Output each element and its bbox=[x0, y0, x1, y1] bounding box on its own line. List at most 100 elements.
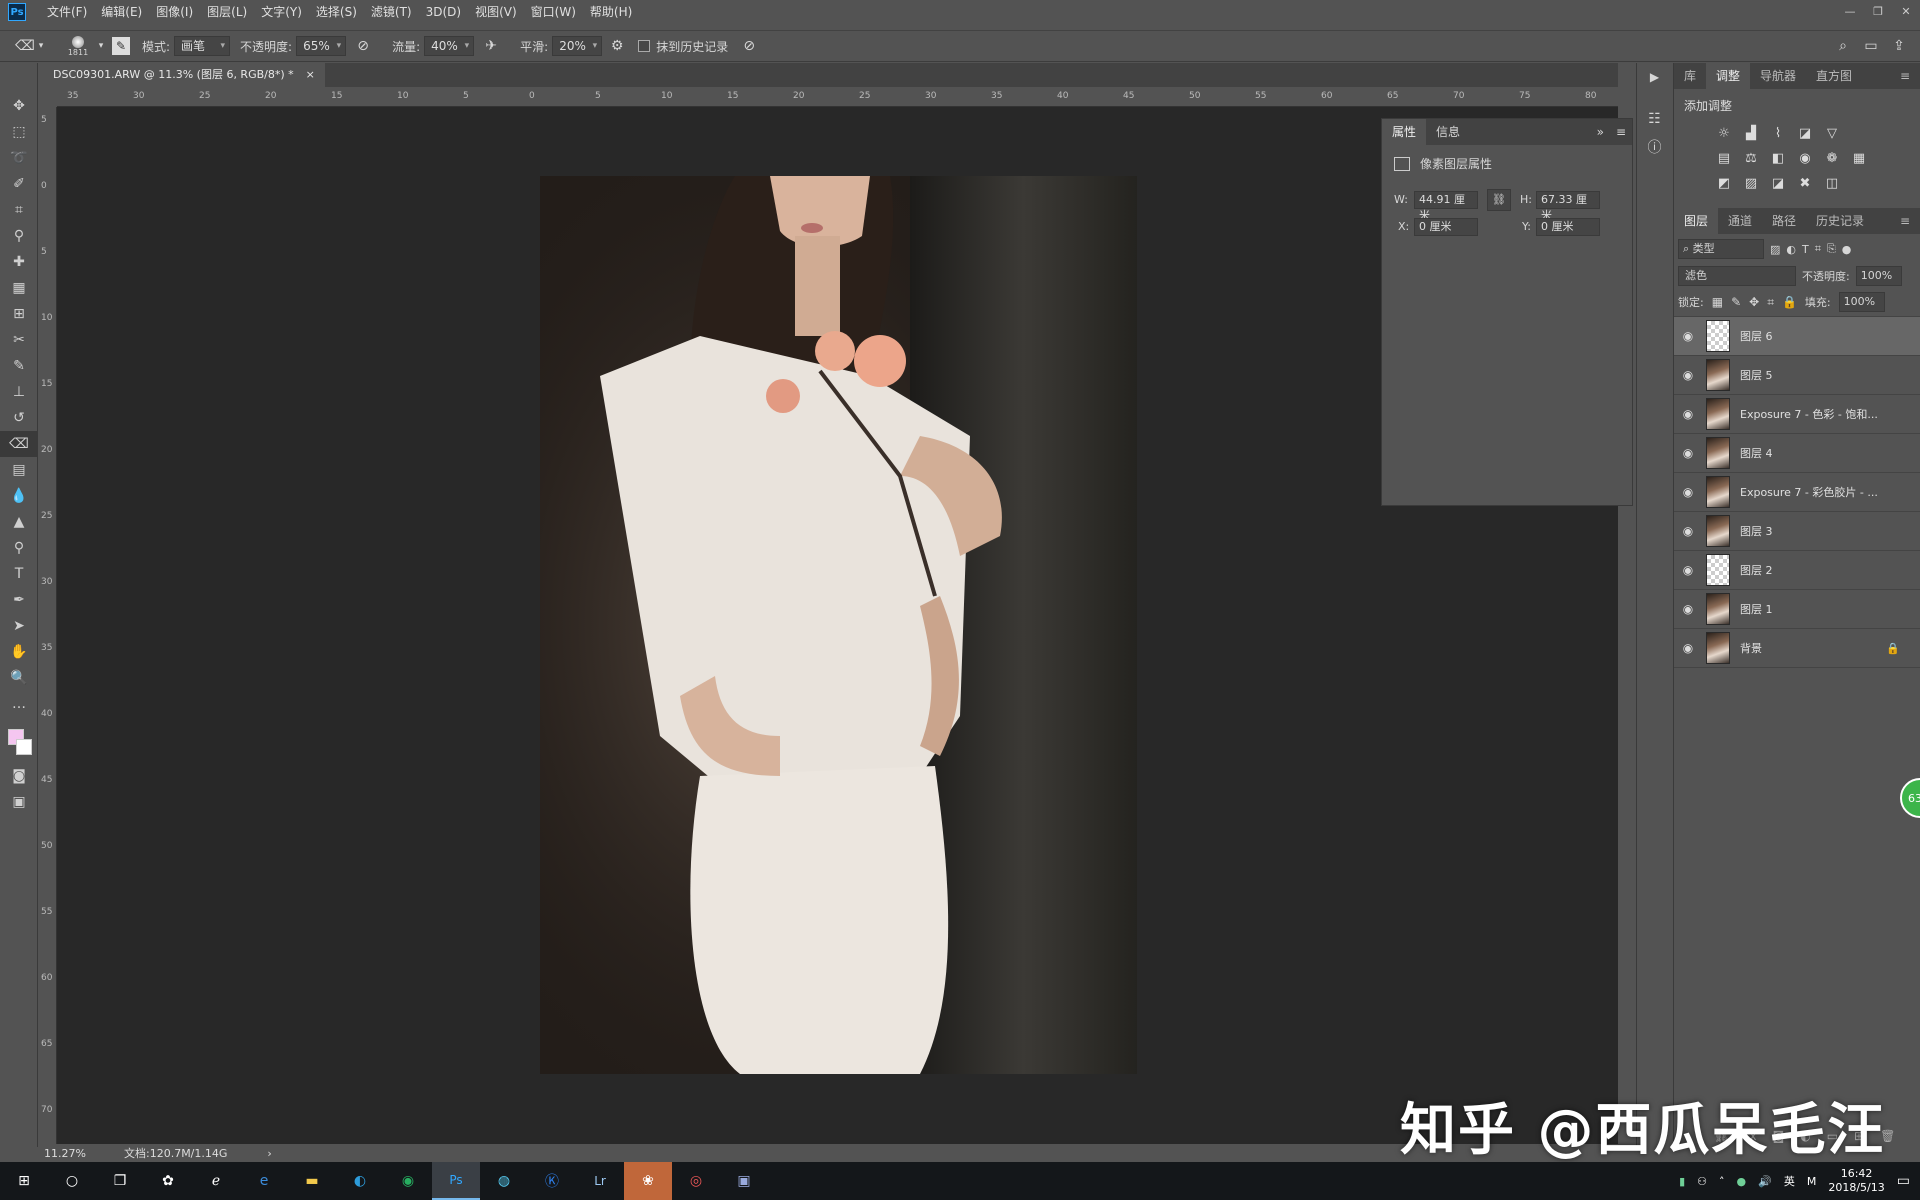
y-field[interactable]: 0 厘米 bbox=[1536, 218, 1600, 236]
pen-tool-icon[interactable]: ✒ bbox=[0, 587, 38, 613]
layer-name[interactable]: 图层 3 bbox=[1740, 523, 1773, 539]
dodge-tool-icon[interactable]: ⚲ bbox=[0, 535, 38, 561]
opacity-input[interactable]: 65% bbox=[296, 36, 347, 56]
curves-icon[interactable]: ⌇ bbox=[1766, 122, 1790, 144]
photo-filter-icon[interactable]: ◉ bbox=[1793, 147, 1817, 169]
lasso-tool-icon[interactable]: ➰ bbox=[0, 145, 38, 171]
workspace-icon[interactable]: ▭ bbox=[1860, 35, 1882, 57]
mode-select[interactable]: 画笔 bbox=[174, 36, 231, 56]
gradient-map-icon[interactable]: ◫ bbox=[1820, 172, 1844, 194]
filter-shape-icon[interactable]: ⌗ bbox=[1815, 242, 1821, 256]
layer-thumbnail[interactable] bbox=[1706, 515, 1730, 547]
tab-properties[interactable]: 属性 bbox=[1382, 119, 1427, 145]
chevron-down-icon[interactable]: ▾ bbox=[96, 35, 106, 57]
frame-tool-icon[interactable]: ⊞ bbox=[0, 301, 38, 327]
layer-thumbnail[interactable] bbox=[1706, 554, 1730, 586]
document-image[interactable] bbox=[540, 176, 1137, 1074]
marquee-tool-icon[interactable]: ⬚ bbox=[0, 119, 38, 145]
fill-input[interactable]: 100% bbox=[1838, 292, 1885, 312]
restore-button[interactable]: ❐ bbox=[1864, 0, 1892, 22]
menu-select[interactable]: 选择(S) bbox=[309, 0, 364, 24]
layer-thumbnail[interactable] bbox=[1706, 437, 1730, 469]
filter-adjustment-icon[interactable]: ◐ bbox=[1786, 243, 1796, 256]
visibility-eye-icon[interactable]: ◉ bbox=[1674, 446, 1702, 460]
layer-thumbnail[interactable] bbox=[1706, 476, 1730, 508]
layer-row[interactable]: ◉ 图层 6 bbox=[1674, 317, 1920, 356]
quick-select-tool-icon[interactable]: ✐ bbox=[0, 171, 38, 197]
search-icon[interactable]: ⌕ bbox=[1832, 35, 1854, 57]
sharpen-tool-icon[interactable]: ▲ bbox=[0, 509, 38, 535]
layer-row[interactable]: ◉ 图层 5 bbox=[1674, 356, 1920, 395]
menu-filter[interactable]: 滤镜(T) bbox=[364, 0, 419, 24]
layer-name[interactable]: 图层 6 bbox=[1740, 328, 1773, 344]
hue-saturation-icon[interactable]: ▤ bbox=[1712, 147, 1736, 169]
photoshop-logo-icon[interactable]: Ps bbox=[8, 3, 26, 21]
tab-layers[interactable]: 图层 bbox=[1674, 208, 1719, 234]
layer-opacity-input[interactable]: 100% bbox=[1855, 266, 1902, 286]
brush-settings-icon[interactable]: ✎ bbox=[112, 37, 130, 55]
height-field[interactable]: 67.33 厘米 bbox=[1536, 191, 1600, 222]
tab-info[interactable]: 信息 bbox=[1426, 119, 1470, 145]
tray-expand-icon[interactable]: ˄ bbox=[1719, 1175, 1725, 1188]
layer-row[interactable]: ◉ 背景 🔒 bbox=[1674, 629, 1920, 668]
volume-icon[interactable]: 🔊 bbox=[1758, 1175, 1772, 1188]
layer-name[interactable]: 背景 bbox=[1740, 640, 1762, 656]
people-icon[interactable]: ⚇ bbox=[1697, 1175, 1707, 1188]
blur-tool-icon[interactable]: 💧 bbox=[0, 483, 38, 509]
tab-adjustments[interactable]: 调整 bbox=[1706, 63, 1751, 89]
lightroom-taskbar-icon[interactable]: Lr bbox=[576, 1162, 624, 1200]
edge-icon[interactable]: e bbox=[240, 1162, 288, 1200]
netease-music-icon[interactable]: ◎ bbox=[672, 1162, 720, 1200]
screen-mode-icon[interactable]: ▣ bbox=[0, 789, 38, 815]
lock-transparent-icon[interactable]: ▦ bbox=[1712, 295, 1723, 309]
layer-row[interactable]: ◉ 图层 3 bbox=[1674, 512, 1920, 551]
tab-history[interactable]: 历史记录 bbox=[1806, 208, 1874, 234]
eyedropper-tool-icon[interactable]: ⚲ bbox=[0, 223, 38, 249]
image-viewer-icon[interactable]: ❀ bbox=[624, 1162, 672, 1200]
pressure-size-icon[interactable]: ⊘ bbox=[738, 35, 760, 57]
layer-row[interactable]: ◉ Exposure 7 - 色彩 - 饱和... bbox=[1674, 395, 1920, 434]
visibility-eye-icon[interactable]: ◉ bbox=[1674, 368, 1702, 382]
eraser-tool-icon[interactable]: ⌫ bbox=[0, 431, 38, 457]
background-color-swatch[interactable] bbox=[16, 739, 32, 755]
layer-name[interactable]: Exposure 7 - 色彩 - 饱和... bbox=[1740, 406, 1878, 422]
task-view-icon[interactable]: ❐ bbox=[96, 1162, 144, 1200]
document-tab[interactable]: DSC09301.ARW @ 11.3% (图层 6, RGB/8*) * × bbox=[43, 63, 325, 87]
more-tools-icon[interactable]: … bbox=[0, 691, 38, 717]
layer-name[interactable]: 图层 4 bbox=[1740, 445, 1773, 461]
filter-toggle-icon[interactable]: ● bbox=[1842, 243, 1852, 256]
tab-libraries[interactable]: 库 bbox=[1674, 63, 1706, 89]
smoothing-input[interactable]: 20% bbox=[552, 36, 603, 56]
layer-name[interactable]: 图层 5 bbox=[1740, 367, 1773, 383]
layer-name[interactable]: 图层 2 bbox=[1740, 562, 1773, 578]
visibility-eye-icon[interactable]: ◉ bbox=[1674, 329, 1702, 343]
blend-mode-select[interactable]: 滤色 bbox=[1678, 266, 1796, 286]
notification-icon[interactable]: ▭ bbox=[1897, 1173, 1910, 1189]
close-button[interactable]: ✕ bbox=[1892, 0, 1920, 22]
exposure-icon[interactable]: ◪ bbox=[1793, 122, 1817, 144]
gradient-tool-icon[interactable]: ▤ bbox=[0, 457, 38, 483]
width-field[interactable]: 44.91 厘米 bbox=[1414, 191, 1478, 222]
vibrance-icon[interactable]: ▽ bbox=[1820, 122, 1844, 144]
visibility-eye-icon[interactable]: ◉ bbox=[1674, 602, 1702, 616]
airbrush-icon[interactable]: ✈ bbox=[480, 35, 502, 57]
color-balance-icon[interactable]: ⚖ bbox=[1739, 147, 1763, 169]
minimize-button[interactable]: — bbox=[1836, 0, 1864, 22]
tab-navigator[interactable]: 导航器 bbox=[1750, 63, 1806, 89]
erase-to-history-checkbox[interactable] bbox=[638, 40, 651, 52]
patch-tool-icon[interactable]: ▦ bbox=[0, 275, 38, 301]
selective-color-icon[interactable]: ✖ bbox=[1793, 172, 1817, 194]
file-explorer-icon[interactable]: ▬ bbox=[288, 1162, 336, 1200]
properties-panel-icon[interactable]: ☷ bbox=[1637, 105, 1672, 133]
path-select-tool-icon[interactable]: ➤ bbox=[0, 613, 38, 639]
menu-file[interactable]: 文件(F) bbox=[40, 0, 94, 24]
type-tool-icon[interactable]: T bbox=[0, 561, 38, 587]
eraser-tool-preset-icon[interactable]: ⌫ bbox=[14, 35, 36, 57]
black-white-icon[interactable]: ◧ bbox=[1766, 147, 1790, 169]
layer-thumbnail[interactable] bbox=[1706, 632, 1730, 664]
windows-start-icon[interactable]: ⊞ bbox=[0, 1162, 48, 1200]
info-icon[interactable]: ⓘ bbox=[1637, 133, 1672, 161]
zoom-tool-icon[interactable]: 🔍 bbox=[0, 665, 38, 691]
threshold-icon[interactable]: ◪ bbox=[1766, 172, 1790, 194]
filter-pixel-icon[interactable]: ▨ bbox=[1770, 243, 1780, 256]
